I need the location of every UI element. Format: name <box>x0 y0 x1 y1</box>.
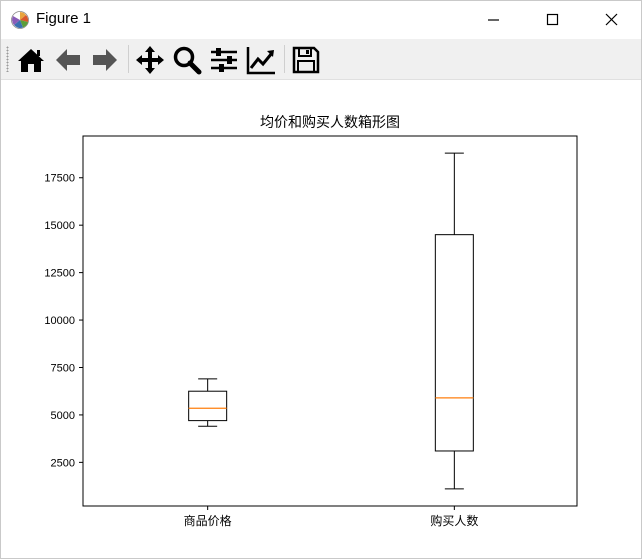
home-button[interactable] <box>15 44 47 76</box>
forward-arrow-icon <box>93 49 117 71</box>
toolbar-grip <box>6 46 9 72</box>
zoom-button[interactable] <box>171 44 203 76</box>
minimize-icon <box>488 19 499 21</box>
y-tick-label: 10000 <box>44 315 75 327</box>
edit-axis-curve-icon <box>246 47 275 75</box>
back-button[interactable] <box>52 44 84 76</box>
y-tick-label: 17500 <box>44 173 75 185</box>
title-bar: Figure 1 <box>1 1 641 39</box>
minimize-button[interactable] <box>471 1 517 39</box>
edit-axis-button[interactable] <box>245 44 277 76</box>
configure-subplots-button[interactable] <box>208 44 240 76</box>
pan-move-icon <box>136 46 164 74</box>
box-iqr <box>188 390 228 422</box>
y-tick-label: 15000 <box>44 220 75 232</box>
window-title: Figure 1 <box>36 10 92 27</box>
axes-frame <box>82 135 578 507</box>
y-tick-label: 7500 <box>51 362 75 374</box>
x-tick-label: 购买人数 <box>430 513 478 528</box>
back-arrow-icon <box>56 49 80 71</box>
save-floppy-icon <box>292 46 320 74</box>
boxplot-chart: 均价和购买人数箱形图 2500 5000 7500 10000 12500 15000 175… <box>44 114 578 528</box>
pan-button[interactable] <box>134 44 166 76</box>
navigation-toolbar <box>1 39 641 80</box>
y-tick-label: 12500 <box>44 268 75 280</box>
save-button[interactable] <box>290 44 322 76</box>
x-tick-label: 商品价格 <box>184 513 232 528</box>
close-button[interactable] <box>589 1 635 39</box>
matplotlib-logo-icon <box>11 11 29 29</box>
configure-subplots-icon <box>211 48 237 72</box>
home-icon <box>18 49 44 72</box>
toolbar-separator <box>128 45 129 73</box>
close-icon <box>605 13 618 26</box>
y-tick-label: 5000 <box>51 410 75 422</box>
chart-title: 均价和购买人数箱形图 <box>260 114 400 130</box>
figure-window: Figure 1 均价和购买人数箱形图 2500 5000 7500 10000… <box>0 0 642 559</box>
toolbar-separator <box>284 45 285 73</box>
maximize-button[interactable] <box>530 1 576 39</box>
box-iqr <box>434 234 474 452</box>
figure-canvas[interactable]: 均价和购买人数箱形图 2500 5000 7500 10000 12500 15000 175… <box>1 80 641 558</box>
forward-button[interactable] <box>89 44 121 76</box>
zoom-magnifier-icon <box>173 46 202 75</box>
y-tick-label: 2500 <box>51 457 75 469</box>
maximize-icon <box>546 13 559 26</box>
